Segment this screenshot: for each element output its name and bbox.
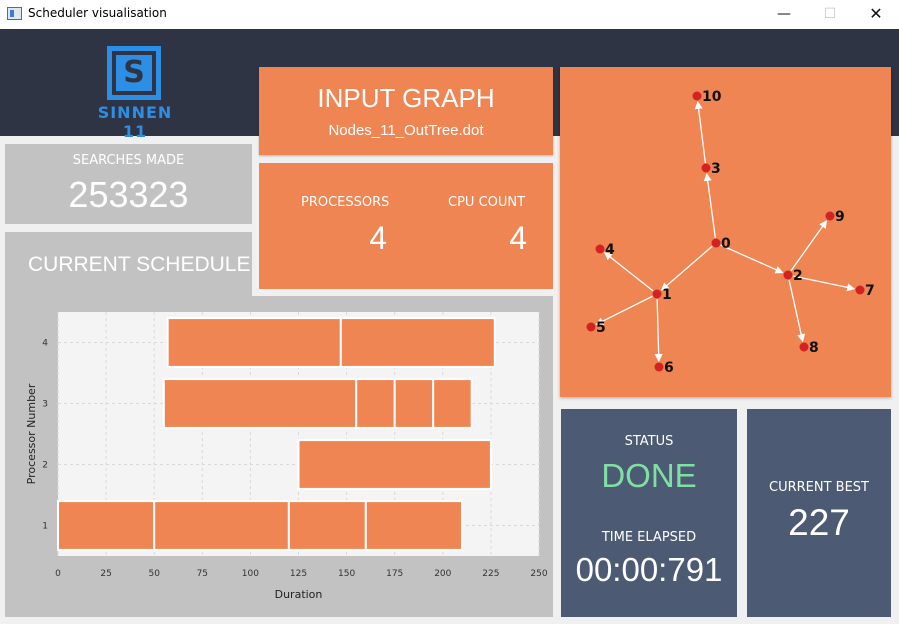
- window-titlebar: Scheduler visualisation — ☐ ✕: [0, 0, 899, 29]
- task-bar: [162, 378, 358, 429]
- graph-view-panel: 0 1 2 3 4 5 6 7 8 9 10: [560, 67, 891, 397]
- app-icon: [7, 7, 22, 20]
- task-bar: [432, 378, 473, 429]
- x-tick-label: 100: [242, 569, 259, 579]
- graph-node-label: 10: [702, 89, 722, 105]
- x-tick-label: 150: [338, 569, 355, 579]
- searches-panel: SEARCHES MADE 253323: [5, 144, 252, 224]
- graph-node: [783, 270, 793, 280]
- x-tick-label: 125: [290, 569, 307, 579]
- logo-letter: S: [116, 55, 152, 91]
- input-graph-title: INPUT GRAPH: [317, 83, 495, 113]
- x-tick-label: 250: [530, 569, 547, 579]
- x-tick-label: 50: [148, 569, 160, 579]
- graph-node: [825, 211, 835, 221]
- y-tick-label: 3: [42, 400, 48, 410]
- input-graph-file: Nodes_11_OutTree.dot: [328, 122, 484, 139]
- graph-edge: [654, 298, 663, 363]
- graph-node-label: 4: [605, 242, 615, 258]
- graph-edge: [694, 100, 707, 164]
- task-bar: [287, 500, 367, 551]
- task-bar: [339, 317, 496, 368]
- task-bar: [393, 378, 435, 429]
- current-best-label: CURRENT BEST: [769, 480, 869, 495]
- graph-node-label: 0: [721, 236, 731, 252]
- time-elapsed-label: TIME ELAPSED: [601, 530, 697, 545]
- graph-node-label: 1: [662, 287, 672, 303]
- cpu-count-label: CPU COUNT: [448, 195, 526, 210]
- task-bar: [166, 317, 342, 368]
- graph-edge: [703, 172, 716, 239]
- status-value: DONE: [601, 457, 697, 494]
- minimize-button[interactable]: —: [761, 0, 807, 29]
- graph-edge: [603, 252, 654, 292]
- sinnen-logo-icon: S: [107, 46, 161, 100]
- schedule-chart: 0 25 50 75 100 125 150 175 200 225 250 1 2 3 4 Duration…: [25, 312, 548, 601]
- graph-node: [799, 342, 809, 352]
- input-graph-diagram: 0 1 2 3 4 5 6 7 8 9 10: [586, 89, 875, 376]
- close-button[interactable]: ✕: [853, 0, 899, 29]
- graph-node: [595, 244, 605, 254]
- y-tick-label: 1: [42, 522, 48, 532]
- task-bar: [364, 500, 464, 551]
- graph-node: [654, 362, 664, 372]
- cpu-count-value: 4: [509, 220, 527, 256]
- graph-node-label: 7: [865, 283, 875, 299]
- x-tick-label: 175: [386, 569, 403, 579]
- x-tick-label: 0: [55, 569, 61, 579]
- task-bar: [355, 378, 396, 429]
- x-axis-label: Duration: [275, 588, 323, 601]
- graph-node-label: 2: [793, 268, 803, 284]
- window-title: Scheduler visualisation: [28, 6, 167, 20]
- x-tick-label: 225: [482, 569, 499, 579]
- graph-node-label: 6: [664, 360, 674, 376]
- graph-edge: [788, 279, 806, 343]
- task-bar: [153, 500, 290, 551]
- graph-edge: [790, 220, 828, 272]
- y-tick-label: 4: [42, 339, 48, 349]
- y-tick-label: 2: [42, 461, 48, 471]
- processors-value: 4: [369, 220, 387, 256]
- graph-node-label: 3: [711, 161, 721, 177]
- graph-node: [652, 289, 662, 299]
- status-panel: STATUS DONE TIME ELAPSED 00:00:791: [561, 409, 737, 617]
- y-axis-label: Processor Number: [25, 383, 38, 484]
- searches-value: 253323: [68, 174, 189, 215]
- input-graph-panel: INPUT GRAPH Nodes_11_OutTree.dot: [259, 67, 553, 155]
- schedule-title: CURRENT SCHEDULE: [28, 253, 251, 276]
- current-best-panel: CURRENT BEST 227: [747, 409, 891, 617]
- graph-node-label: 8: [809, 340, 819, 356]
- status-label: STATUS: [624, 434, 674, 449]
- task-bar: [57, 500, 156, 551]
- task-bar: [297, 439, 492, 490]
- time-elapsed-value: 00:00:791: [575, 551, 723, 588]
- graph-node: [586, 322, 596, 332]
- x-tick-label: 25: [100, 569, 111, 579]
- graph-node: [692, 91, 702, 101]
- searches-label: SEARCHES MADE: [72, 153, 185, 168]
- graph-node-label: 9: [835, 209, 845, 225]
- graph-edge: [660, 245, 713, 291]
- graph-node: [711, 238, 721, 248]
- processors-panel: PROCESSORS 4 CPU COUNT 4: [259, 163, 553, 289]
- processors-label: PROCESSORS: [301, 195, 390, 210]
- x-tick-label: 75: [197, 569, 208, 579]
- maximize-button[interactable]: ☐: [807, 0, 853, 29]
- graph-node: [701, 163, 711, 173]
- graph-node-label: 5: [596, 320, 606, 336]
- logo-text: SINNEN 11: [97, 103, 173, 141]
- graph-node: [855, 285, 865, 295]
- x-tick-label: 200: [434, 569, 451, 579]
- current-best-value: 227: [788, 502, 850, 543]
